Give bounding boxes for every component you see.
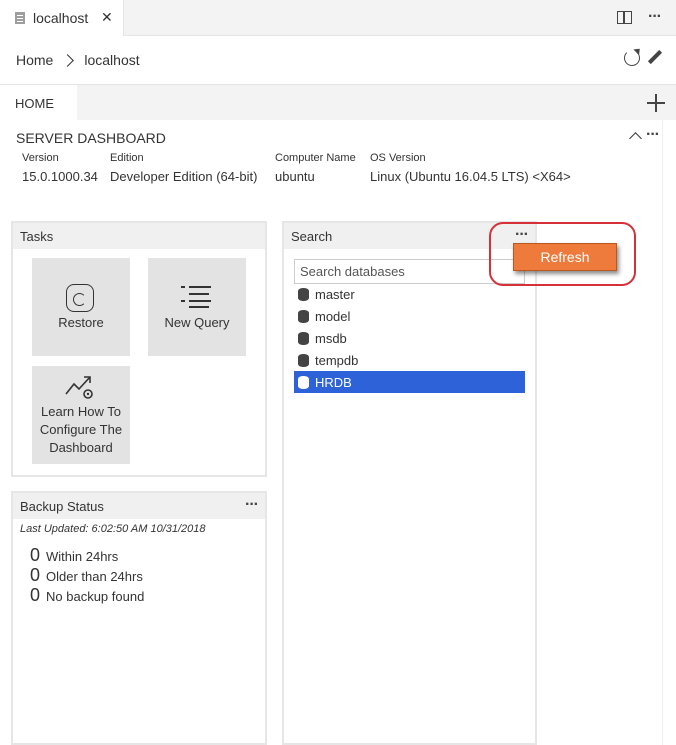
learn-dashboard-icon xyxy=(65,376,93,399)
split-editor-icon[interactable] xyxy=(617,11,632,24)
chevron-right-icon xyxy=(61,53,75,67)
tasks-widget: Tasks Restore New Query Learn How To Con… xyxy=(11,221,267,477)
breadcrumb-home[interactable]: Home xyxy=(16,52,53,68)
backup-row: 0 Within 24hrs xyxy=(30,545,118,566)
editor-tab-title: localhost xyxy=(33,10,89,26)
list-item-database[interactable]: model xyxy=(294,305,525,327)
database-list: master model msdb tempdb HRDB xyxy=(294,283,525,393)
restore-icon xyxy=(66,284,94,312)
edit-pencil-icon[interactable] xyxy=(647,49,663,65)
last-updated-text: Last Updated: 6:02:50 AM 10/31/2018 xyxy=(20,523,206,535)
backup-status-widget: Backup Status ··· Last Updated: 6:02:50 … xyxy=(11,491,267,745)
property-label: OS Version xyxy=(370,152,426,164)
more-dashboard-icon[interactable]: ··· xyxy=(646,126,660,144)
property-version: Version 15.0.1000.34 xyxy=(22,152,98,184)
property-value: Developer Edition (64-bit) xyxy=(110,169,258,184)
property-computer-name: Computer Name ubuntu xyxy=(275,152,356,184)
more-backup-icon[interactable]: ··· xyxy=(245,496,259,514)
editor-tab-localhost[interactable]: localhost ✕ xyxy=(0,0,124,36)
tasks-title: Tasks xyxy=(13,223,265,249)
database-icon xyxy=(298,331,309,345)
breadcrumb-current[interactable]: localhost xyxy=(84,52,139,68)
property-os-version: OS Version Linux (Ubuntu 16.04.5 LTS) <X… xyxy=(370,152,571,184)
list-item-database[interactable]: master xyxy=(294,283,525,305)
property-label: Version xyxy=(22,152,59,164)
database-name: master xyxy=(315,286,355,302)
backup-count: 0 xyxy=(30,585,41,605)
backup-row: 0 No backup found xyxy=(30,585,144,606)
property-edition: Edition Developer Edition (64-bit) xyxy=(110,152,257,184)
backup-row: 0 Older than 24hrs xyxy=(30,565,143,586)
refresh-icon[interactable] xyxy=(624,50,640,66)
list-item-database[interactable]: tempdb xyxy=(294,349,525,371)
task-learn-dashboard[interactable]: Learn How To Configure The Dashboard xyxy=(32,366,130,464)
database-icon xyxy=(298,375,309,389)
backup-label: Older than 24hrs xyxy=(46,569,143,584)
refresh-menu-item[interactable]: Refresh xyxy=(513,243,617,271)
search-widget: Search ··· Search databases master model… xyxy=(282,221,537,745)
database-name: HRDB xyxy=(315,374,352,390)
property-label: Computer Name xyxy=(275,152,356,164)
backup-count: 0 xyxy=(30,565,41,585)
database-icon xyxy=(298,287,309,301)
server-dashboard-title: SERVER DASHBOARD xyxy=(16,130,166,146)
close-icon[interactable]: ✕ xyxy=(101,9,113,26)
new-query-icon xyxy=(181,286,211,308)
add-tab-icon[interactable] xyxy=(647,94,665,112)
scrollbar-track[interactable] xyxy=(662,120,663,745)
database-name: model xyxy=(315,308,351,324)
task-label: Restore xyxy=(58,315,104,330)
task-label: Learn How To Configure The Dashboard xyxy=(39,404,123,455)
server-properties: Version 15.0.1000.34 Edition Developer E… xyxy=(0,152,676,192)
breadcrumb: Home localhost xyxy=(0,37,676,83)
chevron-up-icon[interactable] xyxy=(629,132,642,145)
backup-label: No backup found xyxy=(46,589,145,604)
list-item-database-selected[interactable]: HRDB xyxy=(294,371,525,393)
database-name: tempdb xyxy=(315,352,359,368)
property-value: Linux (Ubuntu 16.04.5 LTS) <X64> xyxy=(370,169,571,184)
task-restore[interactable]: Restore xyxy=(32,258,130,356)
task-label: New Query xyxy=(164,315,230,330)
backup-status-title: Backup Status xyxy=(13,493,265,519)
property-label: Edition xyxy=(110,152,144,164)
tab-home[interactable]: HOME xyxy=(0,85,77,121)
backup-count: 0 xyxy=(30,545,41,565)
database-icon xyxy=(298,353,309,367)
more-actions-icon[interactable]: ··· xyxy=(648,8,662,26)
list-item-database[interactable]: msdb xyxy=(294,327,525,349)
database-name: msdb xyxy=(315,330,347,346)
dashboard-tab-bar: HOME xyxy=(0,84,676,121)
property-value: ubuntu xyxy=(275,169,315,184)
property-value: 15.0.1000.34 xyxy=(22,169,98,184)
task-new-query[interactable]: New Query xyxy=(148,258,246,356)
backup-label: Within 24hrs xyxy=(46,549,119,564)
database-icon xyxy=(298,309,309,323)
file-icon xyxy=(15,12,25,24)
editor-tab-bar: localhost ✕ ··· xyxy=(0,0,676,36)
